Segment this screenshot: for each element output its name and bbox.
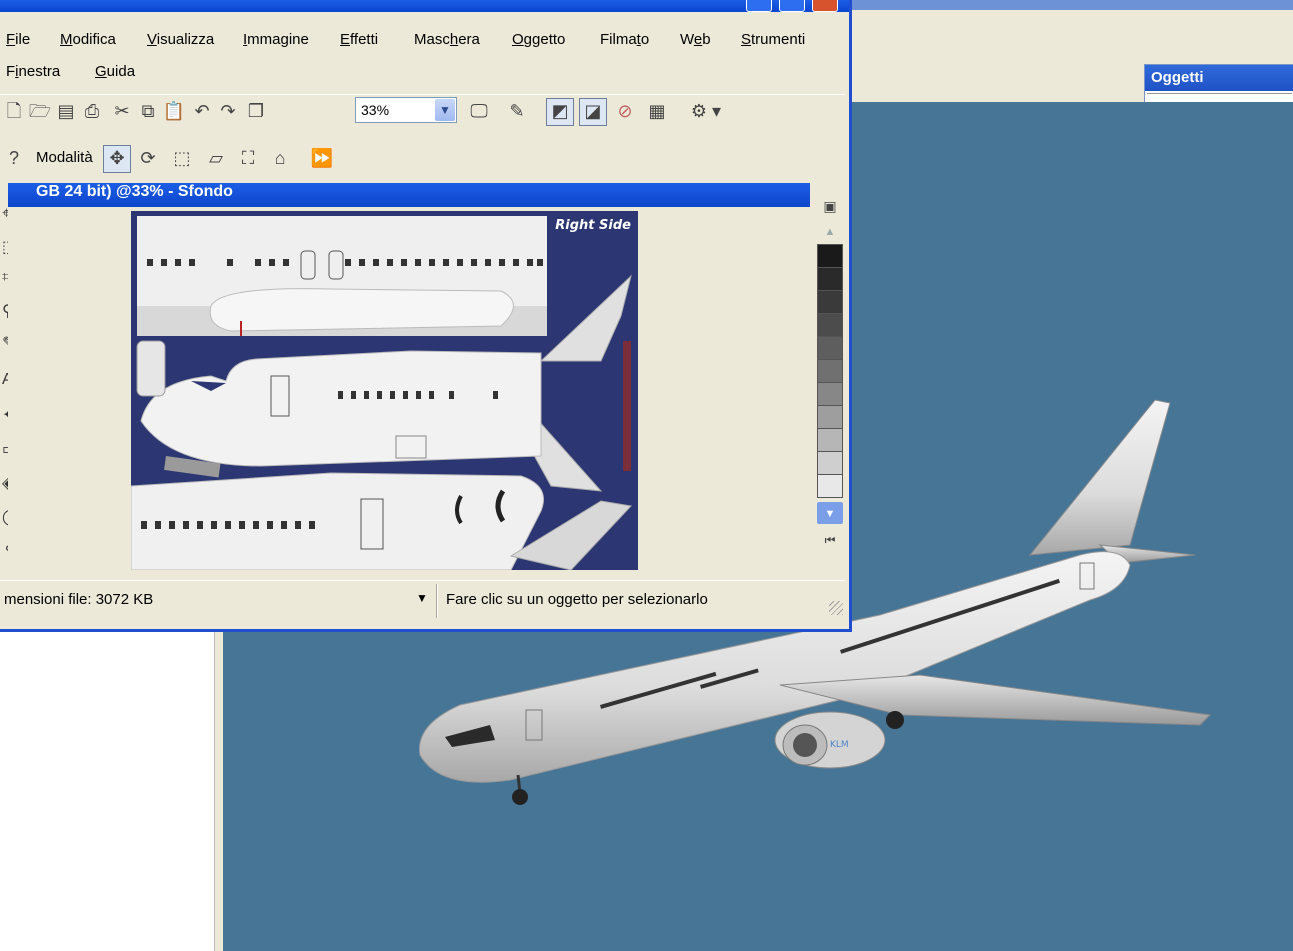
menu-file[interactable]: File: [6, 31, 30, 48]
move-mode-icon[interactable]: ✥: [103, 145, 131, 173]
stop-icon[interactable]: ⊘: [613, 99, 637, 123]
menu-effetti[interactable]: Effetti: [340, 31, 378, 48]
new-file-icon[interactable]: 🗋: [2, 99, 26, 123]
viewer-title-strip: [846, 0, 1293, 10]
browse-icon[interactable]: ▤: [54, 99, 78, 123]
menu-web[interactable]: Web: [680, 31, 711, 48]
rotate-mode-icon[interactable]: ⟳: [136, 146, 160, 170]
scroll-up-icon[interactable]: ▲: [817, 220, 843, 240]
status-divider: [436, 584, 438, 618]
paste-icon[interactable]: 📋: [162, 99, 186, 123]
document-titlebar[interactable]: GB 24 bit) @33% - Sfondo: [8, 183, 810, 207]
mode-label: Modalità: [36, 149, 93, 166]
objects-panel-title: Oggetti: [1145, 65, 1293, 91]
menu-immagine[interactable]: Immagine: [243, 31, 309, 48]
zoom-value: 33%: [361, 102, 390, 118]
menu-maschera[interactable]: Maschera: [414, 31, 480, 48]
perspective-mode-icon[interactable]: ⌂: [268, 146, 292, 170]
skew-mode-icon[interactable]: ▱: [204, 146, 228, 170]
texture-canvas[interactable]: Right Side: [131, 211, 638, 570]
scale-mode-icon[interactable]: ⬚: [170, 146, 194, 170]
cut-icon[interactable]: ✂: [110, 99, 134, 123]
script-dropdown-icon[interactable]: ⚙ ▾: [683, 99, 729, 123]
layers-icon[interactable]: ◪: [579, 98, 607, 126]
open-file-icon[interactable]: 🗁: [28, 99, 52, 123]
menu-oggetto[interactable]: Oggetto: [512, 31, 565, 48]
palette-menu-icon[interactable]: ▣: [817, 194, 843, 218]
palette-swatch[interactable]: [817, 290, 843, 314]
copy-icon[interactable]: ⧉: [136, 99, 160, 123]
zoom-select[interactable]: 33% ▼: [355, 97, 457, 123]
undo-icon[interactable]: ↶: [190, 99, 214, 123]
menu-modifica[interactable]: Modifica: [60, 31, 116, 48]
distort-mode-icon[interactable]: ⛶: [236, 146, 260, 170]
duplicate-icon[interactable]: ❐: [244, 99, 268, 123]
menu-finestra[interactable]: Finestra: [6, 63, 60, 80]
palette-swatch[interactable]: [817, 428, 843, 452]
menu-visualizza[interactable]: Visualizza: [147, 31, 214, 48]
status-hint: Fare clic su un oggetto per selezionarlo: [446, 591, 708, 608]
close-button[interactable]: [812, 0, 838, 12]
overview-icon[interactable]: ◩: [546, 98, 574, 126]
redo-icon[interactable]: ↷: [216, 99, 240, 123]
print-icon[interactable]: ⎙: [80, 99, 104, 123]
help-icon[interactable]: ?: [2, 146, 26, 170]
palette-swatch[interactable]: [817, 405, 843, 429]
texture-label: Right Side: [555, 218, 631, 233]
palette-swatch[interactable]: [817, 336, 843, 360]
resize-grip[interactable]: [829, 601, 843, 615]
chevron-down-icon[interactable]: ▼: [435, 99, 455, 121]
scroll-end-icon[interactable]: ⏮: [817, 528, 843, 550]
color-palette: ▣ ▲ ▼ ⏮: [813, 188, 846, 568]
palette-swatch[interactable]: [817, 267, 843, 291]
histogram-icon[interactable]: ▦: [645, 99, 669, 123]
menu-strumenti[interactable]: Strumenti: [741, 31, 805, 48]
maximize-button[interactable]: [779, 0, 805, 12]
caret-down-icon[interactable]: ▼: [416, 591, 428, 605]
palette-swatch[interactable]: [817, 359, 843, 383]
paint-titlebar: [0, 0, 849, 12]
menu-bar: File Modifica Visualizza Immagine Effett…: [0, 24, 845, 88]
apply-icon[interactable]: ⏩: [310, 146, 334, 170]
palette-swatch[interactable]: [817, 313, 843, 337]
status-bar: mensioni file: 3072 KB ▼ Fare clic su un…: [0, 580, 845, 621]
status-file-size: mensioni file: 3072 KB: [4, 591, 154, 608]
svg-text:KLM: KLM: [830, 740, 849, 750]
scroll-down-icon[interactable]: ▼: [817, 502, 843, 524]
palette-swatch[interactable]: [817, 474, 843, 498]
menu-guida[interactable]: Guida: [95, 63, 135, 80]
aircraft-texture-image: Right Side: [131, 216, 633, 570]
monitor-icon[interactable]: 🖵: [467, 99, 491, 123]
menu-filmato[interactable]: Filmato: [600, 31, 649, 48]
paint-window[interactable]: File Modifica Visualizza Immagine Effett…: [0, 0, 852, 632]
brush-settings-icon[interactable]: ✎: [505, 99, 529, 123]
minimize-button[interactable]: [746, 0, 772, 12]
palette-swatch[interactable]: [817, 451, 843, 475]
palette-swatch[interactable]: [817, 382, 843, 406]
palette-swatch[interactable]: [817, 244, 843, 268]
